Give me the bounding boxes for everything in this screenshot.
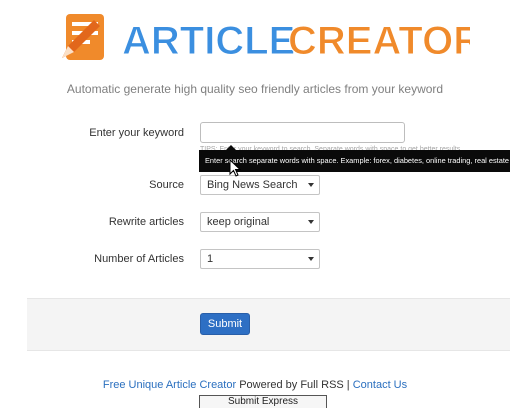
- mouse-cursor-icon: [229, 159, 241, 177]
- submit-button[interactable]: Submit: [200, 313, 250, 335]
- rewrite-select[interactable]: keep original: [200, 212, 320, 232]
- article-creator-page: ARTICLE CREATOR Automatic generate high …: [0, 0, 510, 408]
- source-select[interactable]: Bing News Search: [200, 175, 320, 195]
- count-select[interactable]: 1: [200, 249, 320, 269]
- footer: Free Unique Article Creator Powered by F…: [0, 379, 510, 391]
- rewrite-select-value: keep original: [207, 216, 270, 228]
- footer-link-contact[interactable]: Contact Us: [353, 379, 407, 391]
- keyword-tooltip: Enter search separate words with space. …: [199, 150, 510, 172]
- chevron-down-icon: [308, 220, 314, 224]
- footer-powered-by: Powered by Full RSS |: [236, 379, 353, 391]
- keyword-input[interactable]: [200, 122, 405, 143]
- logo-word-creator: CREATOR: [288, 19, 470, 63]
- count-select-value: 1: [207, 253, 214, 265]
- pencil-document-icon: [62, 14, 104, 60]
- site-logo: ARTICLE CREATOR: [60, 6, 470, 68]
- source-select-value: Bing News Search: [207, 179, 298, 191]
- keyword-label: Enter your keyword: [89, 127, 184, 139]
- footer-link-article-creator[interactable]: Free Unique Article Creator: [103, 379, 236, 391]
- count-label: Number of Articles: [94, 253, 184, 265]
- chevron-down-icon: [308, 183, 314, 187]
- chevron-down-icon: [308, 257, 314, 261]
- source-label: Source: [149, 179, 184, 191]
- submit-express-button[interactable]: Submit Express: [199, 395, 327, 408]
- rewrite-label: Rewrite articles: [108, 216, 184, 228]
- logo-word-article: ARTICLE: [122, 19, 295, 63]
- tagline: Automatic generate high quality seo frie…: [66, 82, 444, 96]
- form-actions-bar: [27, 298, 510, 351]
